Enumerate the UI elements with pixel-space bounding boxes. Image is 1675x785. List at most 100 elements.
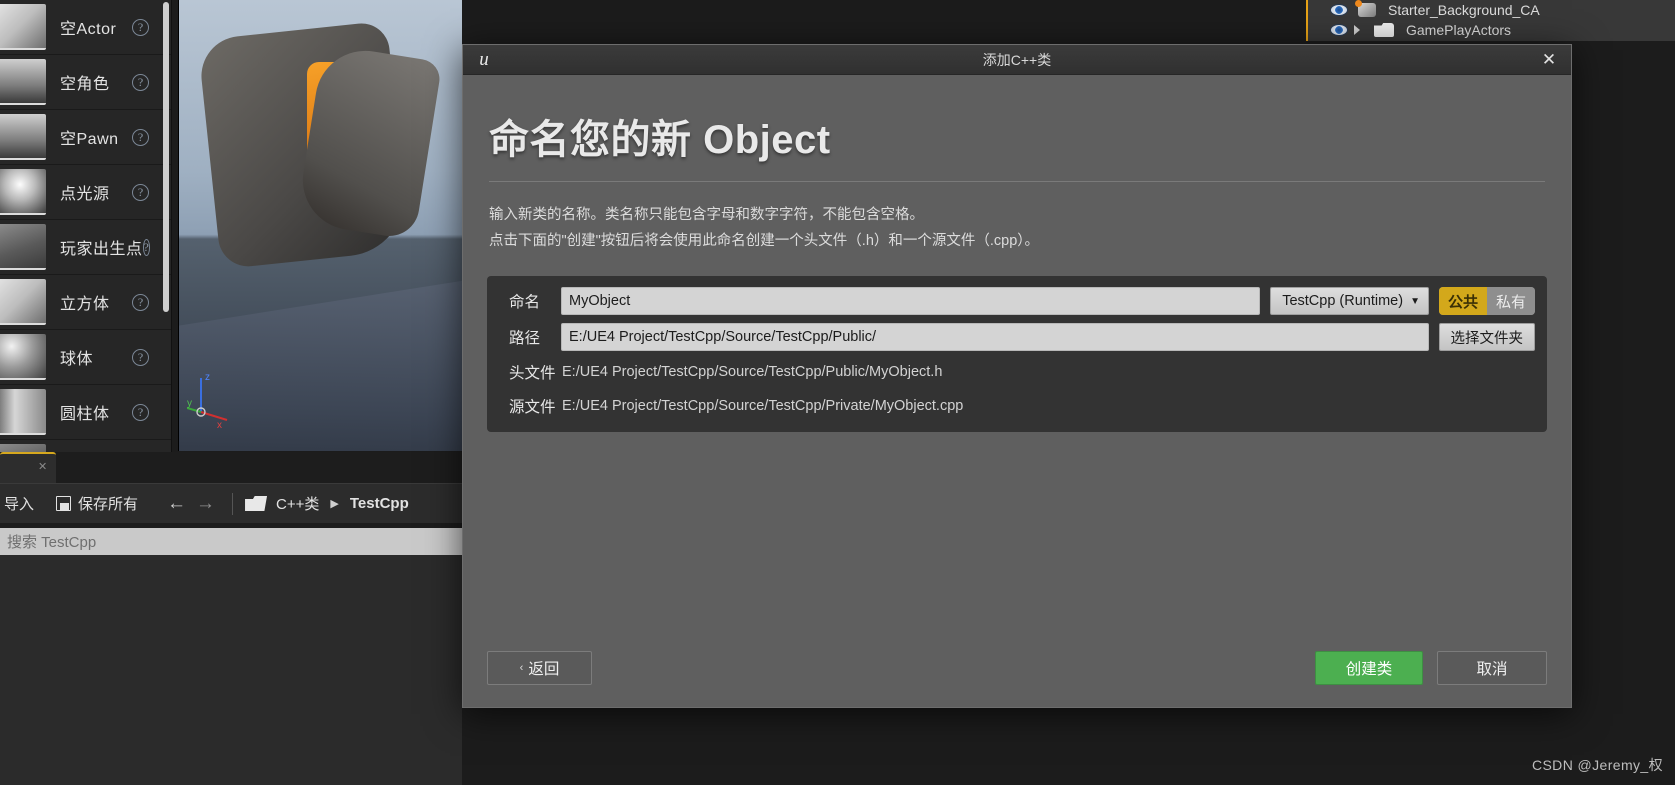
search-placeholder: 搜索 TestCpp: [7, 534, 97, 551]
content-browser-toolbar: 导入 保存所有 ← → C++类 ▶ TestCpp: [0, 483, 462, 523]
arrow-right-icon: →: [196, 492, 216, 514]
source-file-row: 源文件 E:/UE4 Project/TestCpp/Source/TestCp…: [499, 393, 1535, 419]
dialog-titlebar[interactable]: u 添加C++类 ✕: [463, 45, 1571, 75]
world-outliner-panel: Starter_Background_CA GamePlayActors: [1306, 0, 1675, 41]
choose-folder-label: 选择文件夹: [1450, 330, 1524, 347]
help-icon[interactable]: ?: [132, 128, 149, 146]
placement-thumbnail: [0, 114, 46, 160]
breadcrumb-root[interactable]: C++类: [276, 493, 319, 514]
help-icon[interactable]: ?: [132, 73, 149, 91]
class-path-value: E:/UE4 Project/TestCpp/Source/TestCpp/Pu…: [569, 329, 877, 345]
class-form: 命名 MyObject TestCpp (Runtime) ▼ 公共 私有 路径…: [487, 276, 1547, 432]
arrow-left-icon: ←: [167, 492, 187, 514]
placement-item-label: 空角色: [60, 76, 110, 93]
content-browser-search-input[interactable]: 搜索 TestCpp: [0, 528, 462, 555]
placement-scrollbar[interactable]: [163, 2, 169, 312]
folder-icon: [1374, 23, 1394, 37]
level-viewport[interactable]: z x y: [178, 0, 462, 451]
close-icon[interactable]: ✕: [38, 462, 47, 473]
placement-item[interactable]: 空角色 ?: [0, 55, 171, 110]
placement-thumbnail: [0, 4, 46, 50]
help-icon[interactable]: ?: [132, 18, 149, 36]
placement-thumbnail: [0, 279, 46, 325]
placement-item[interactable]: 玩家出生点 ?: [0, 220, 171, 275]
help-icon[interactable]: ?: [142, 238, 150, 256]
back-button[interactable]: ‹ 返回: [487, 651, 592, 685]
cancel-label: 取消: [1476, 661, 1508, 678]
nav-back-button[interactable]: ←: [162, 493, 191, 515]
description-line-2: 点击下面的"创建"按钮后将会使用此命名创建一个头文件（.h）和一个源文件（.cp…: [489, 233, 1040, 249]
chevron-left-icon: ‹: [519, 662, 524, 674]
close-icon[interactable]: ✕: [1527, 45, 1571, 75]
placement-item-label: 立方体: [60, 296, 110, 313]
save-all-label: 保存所有: [78, 496, 139, 513]
name-row: 命名 MyObject TestCpp (Runtime) ▼ 公共 私有: [499, 287, 1535, 315]
placement-item-label: 空Actor: [60, 21, 117, 38]
add-cpp-class-dialog: u 添加C++类 ✕ 命名您的新 Object 输入新类的名称。类名称只能包含字…: [462, 44, 1572, 708]
page-title: 命名您的新 Object: [489, 118, 831, 162]
dialog-footer: ‹ 返回 创建类 取消: [463, 651, 1571, 707]
import-label: 导入: [4, 496, 35, 513]
dialog-title: 添加C++类: [982, 51, 1052, 68]
placement-item[interactable]: 球体 ?: [0, 330, 171, 385]
description-line-1: 输入新类的名称。类名称只能包含字母和数字字符，不能包含空格。: [489, 207, 924, 223]
placement-item[interactable]: 点光源 ?: [0, 165, 171, 220]
access-private-button[interactable]: 私有: [1486, 287, 1535, 315]
placement-item-label: 球体: [60, 351, 94, 368]
nav-forward-button[interactable]: →: [191, 493, 220, 515]
choose-folder-button[interactable]: 选择文件夹: [1438, 323, 1535, 351]
module-dropdown[interactable]: TestCpp (Runtime) ▼: [1270, 287, 1429, 315]
dialog-description: 输入新类的名称。类名称只能包含字母和数字字符，不能包含空格。 点击下面的"创建"…: [463, 182, 1571, 254]
placement-item[interactable]: 圆柱体 ?: [0, 385, 171, 440]
outliner-row[interactable]: GamePlayActors: [1308, 20, 1675, 40]
toolbar-divider: [232, 492, 234, 515]
svg-text:y: y: [187, 398, 192, 409]
create-class-label: 创建类: [1345, 661, 1393, 678]
unreal-logo-icon: u: [479, 48, 489, 70]
svg-text:z: z: [205, 372, 210, 383]
path-row: 路径 E:/UE4 Project/TestCpp/Source/TestCpp…: [499, 323, 1535, 351]
outliner-row[interactable]: Starter_Background_CA: [1308, 0, 1675, 20]
placement-item[interactable]: 立方体 ?: [0, 275, 171, 330]
placement-item[interactable]: 空Pawn ?: [0, 110, 171, 165]
eye-icon[interactable]: [1330, 24, 1348, 36]
access-public-button[interactable]: 公共: [1438, 287, 1487, 315]
content-browser-asset-area[interactable]: [0, 555, 462, 785]
dialog-header: 命名您的新 Object: [463, 75, 1571, 182]
help-icon[interactable]: ?: [132, 403, 149, 421]
placement-item-label: 空Pawn: [60, 131, 119, 148]
class-path-input[interactable]: E:/UE4 Project/TestCpp/Source/TestCpp/Pu…: [561, 323, 1429, 351]
transform-gizmo-icon: z x y: [187, 372, 228, 430]
name-label: 命名: [509, 294, 541, 311]
dialog-spacer: [463, 432, 1571, 651]
module-value: TestCpp (Runtime): [1282, 293, 1404, 309]
help-icon[interactable]: ?: [132, 348, 149, 366]
class-name-input[interactable]: MyObject: [561, 287, 1261, 315]
breadcrumb: C++类 ▶ TestCpp: [245, 493, 409, 514]
header-file-row: 头文件 E:/UE4 Project/TestCpp/Source/TestCp…: [499, 359, 1535, 385]
chevron-down-icon: ▼: [1410, 295, 1420, 307]
placement-thumbnail: [0, 224, 46, 270]
content-browser-tab[interactable]: ✕: [0, 452, 56, 483]
watermark: CSDN @Jeremy_权: [1531, 757, 1663, 773]
help-icon[interactable]: ?: [132, 293, 149, 311]
cancel-button[interactable]: 取消: [1437, 651, 1547, 685]
screen: 空Actor ? 空角色 ? 空Pawn ? 点光源 ? 玩家出生点 ? 立方体…: [0, 0, 1675, 785]
help-icon[interactable]: ?: [132, 183, 149, 201]
import-button[interactable]: 导入: [4, 493, 34, 514]
placement-item[interactable]: 空Actor ?: [0, 0, 171, 55]
path-label: 路径: [509, 330, 541, 347]
outliner-row-label: Starter_Background_CA: [1388, 2, 1540, 18]
create-class-button[interactable]: 创建类: [1315, 651, 1423, 685]
breadcrumb-current[interactable]: TestCpp: [350, 495, 409, 512]
eye-icon[interactable]: [1330, 4, 1348, 16]
svg-text:x: x: [217, 420, 222, 430]
chevron-right-icon: ▶: [330, 498, 339, 510]
placement-thumbnail: [0, 169, 46, 215]
folder-icon: [245, 496, 268, 511]
header-file-value: E:/UE4 Project/TestCpp/Source/TestCpp/Pu…: [562, 364, 943, 380]
save-all-button[interactable]: 保存所有: [56, 493, 138, 514]
expand-triangle-icon[interactable]: [1354, 25, 1360, 35]
source-file-value: E:/UE4 Project/TestCpp/Source/TestCpp/Pr…: [562, 398, 964, 414]
placement-item-label: 点光源: [60, 186, 110, 203]
